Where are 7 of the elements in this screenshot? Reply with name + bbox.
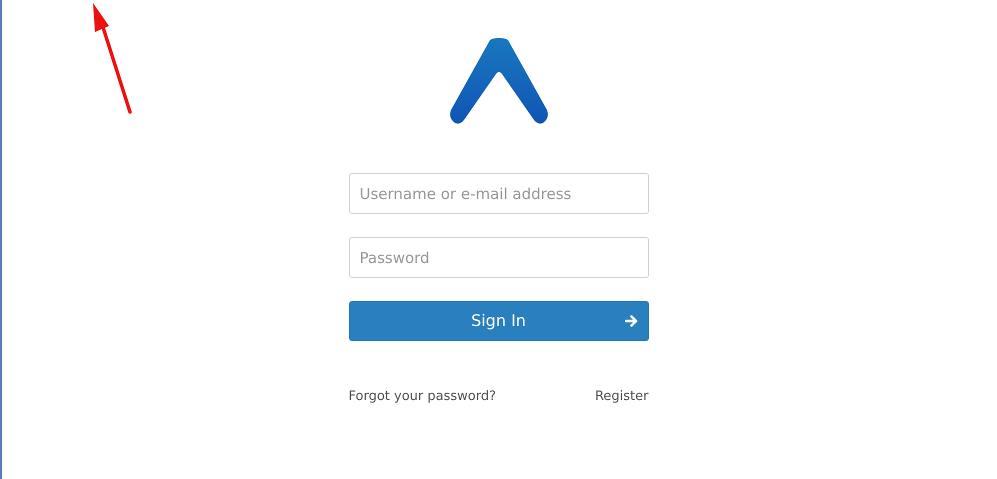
logo-icon <box>450 38 548 124</box>
forgot-password-link[interactable]: Forgot your password? <box>348 387 496 406</box>
password-field[interactable]: Password <box>348 237 648 278</box>
username-field[interactable]: Username or e-mail address <box>348 173 648 214</box>
arrow-right-icon <box>624 315 638 327</box>
register-link[interactable]: Register <box>594 387 648 406</box>
sign-in-button[interactable]: Sign In <box>348 301 648 341</box>
